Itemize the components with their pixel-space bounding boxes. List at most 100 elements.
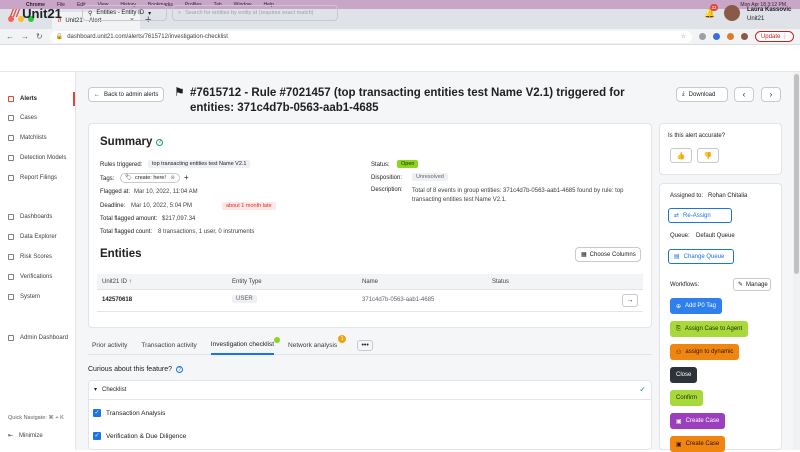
sidebar: Alerts Cases Matchlists Detection Models…	[0, 72, 76, 450]
assignment-panel	[659, 183, 782, 450]
pencil-icon: ✎	[738, 282, 744, 288]
network-badge: 1	[338, 334, 347, 343]
choose-columns-button[interactable]: ▦ Choose Columns	[575, 247, 641, 262]
column-header-entity-type[interactable]: Entity Type	[232, 279, 262, 285]
sidebar-item-alerts[interactable]: Alerts	[0, 92, 75, 106]
minimize-sidebar-button[interactable]: ⇤ Minimize	[8, 432, 43, 440]
unit21-logo[interactable]: ///Unit21	[10, 6, 62, 21]
manage-workflows-button[interactable]: ✎ Manage	[733, 278, 771, 291]
workflow-create-case-button[interactable]: ▣ Create Case	[670, 413, 726, 429]
entity-type-cell: USER	[232, 295, 257, 303]
checklist-header[interactable]: ▾ Checklist ✓	[88, 380, 652, 400]
tab-transaction-activity[interactable]: Transaction activity	[141, 336, 196, 355]
update-button[interactable]: Update ⋮	[754, 31, 794, 42]
sidebar-item-admin-dashboard[interactable]: Admin Dashboard	[0, 331, 75, 345]
workflow-assign-case-button[interactable]: ⎘ Assign Case to Agent	[670, 321, 749, 337]
more-tabs-button[interactable]: •••	[357, 339, 374, 351]
previous-alert-button[interactable]: ‹	[734, 87, 754, 102]
column-header-name[interactable]: Name	[362, 279, 378, 285]
change-queue-button[interactable]: ▤ Change Queue	[668, 249, 734, 264]
queue-label: Queue:	[670, 233, 690, 239]
extension-icon[interactable]	[698, 33, 706, 40]
back-arrow-icon[interactable]: ←	[6, 32, 14, 41]
entities-title: Entities	[100, 248, 142, 260]
tag-chip[interactable]: 🏷 create: here! ⊗	[120, 173, 180, 183]
checkbox-checked-icon[interactable]: ✓	[93, 432, 101, 440]
workflow-add-p0-tag-button[interactable]: ⊕ Add P0 Tag	[670, 298, 722, 314]
sidebar-item-verifications[interactable]: Verifications	[0, 270, 75, 284]
tab-investigation-checklist[interactable]: Investigation checklist	[210, 336, 281, 355]
next-alert-button[interactable]: ›	[761, 87, 781, 102]
extension-icon[interactable]	[726, 33, 734, 40]
remove-tag-icon[interactable]: ⊗	[170, 175, 175, 181]
reassign-button[interactable]: ⇄ Re-Assign	[668, 208, 732, 223]
tab-network-analysis[interactable]: Network analysis 1	[288, 334, 347, 355]
workflow-close-button[interactable]: Close	[670, 367, 698, 383]
curious-prompt: Curious about this feature??	[88, 366, 184, 373]
entity-type-select[interactable]: ⚲ Entities - Entity ID ▾	[82, 5, 167, 21]
list-icon	[8, 135, 14, 141]
tab-prior-activity[interactable]: Prior activity	[92, 336, 127, 355]
bookmark-star-icon[interactable]: ☆	[681, 33, 686, 40]
tag-icon: ⊕	[676, 303, 682, 310]
filter-icon: ⚲	[88, 10, 93, 17]
user-info[interactable]: Laura Kassovic Unit21	[747, 6, 791, 24]
url-text: dashboard.unit21.com/alerts/7615712/inve…	[67, 33, 228, 40]
sidebar-item-system[interactable]: System	[0, 290, 75, 304]
amount-value: $217,097.34	[162, 216, 196, 222]
profile-icon[interactable]	[740, 33, 748, 40]
scrollbar-thumb[interactable]	[794, 74, 799, 274]
dashboard-icon	[8, 214, 14, 220]
column-header-status[interactable]: Status	[492, 279, 509, 285]
rules-label: Rules triggered:	[100, 162, 143, 168]
workflow-confirm-button[interactable]: Confirm	[670, 390, 704, 406]
entity-search-input[interactable]: ⌕ Search for entities by entity id (requ…	[172, 5, 338, 21]
thumbs-down-button[interactable]: 👎	[697, 148, 719, 163]
columns-icon: ▦	[581, 252, 587, 258]
thumbs-up-icon: 👍	[676, 152, 686, 160]
sidebar-item-matchlists[interactable]: Matchlists	[0, 131, 75, 145]
briefcase-icon: ▣	[676, 418, 682, 425]
forward-arrow-icon[interactable]: →	[21, 32, 29, 41]
reload-icon[interactable]: ↻	[36, 32, 43, 41]
open-entity-button[interactable]: →	[622, 294, 638, 307]
back-button[interactable]: ← Back to admin alerts	[88, 87, 164, 102]
sidebar-item-risk-scores[interactable]: Risk Scores	[0, 250, 75, 264]
alert-icon	[8, 96, 14, 102]
tags-label: Tags:	[100, 176, 115, 182]
sidebar-item-cases[interactable]: Cases	[0, 111, 75, 125]
users-icon: ⚇	[676, 349, 682, 356]
search-icon: ⌕	[178, 9, 182, 16]
checklist-item[interactable]: ✓ Transaction Analysis	[93, 409, 165, 417]
queue-icon: ▤	[674, 254, 680, 260]
help-icon[interactable]: ?	[156, 138, 164, 146]
sidebar-item-report-filings[interactable]: Report Filings	[0, 171, 75, 185]
download-icon: ⤓	[682, 91, 685, 97]
address-bar[interactable]: 🔒 dashboard.unit21.com/alerts/7615712/in…	[49, 30, 692, 43]
download-button[interactable]: ⤓ Download	[676, 87, 728, 102]
rule-chip[interactable]: top transacting entities test Name V2.1	[148, 160, 251, 168]
deadline-badge: about 1 month late	[222, 202, 276, 210]
checklist-item[interactable]: ✓ Verification & Due Diligence	[93, 432, 186, 440]
sidebar-item-dashboards[interactable]: Dashboards	[0, 210, 75, 224]
notification-count-badge: 22	[710, 4, 718, 11]
user-swap-icon: ⇄	[674, 213, 680, 219]
briefcase-icon: ▣	[676, 441, 682, 448]
lock-icon: 🔒	[55, 34, 64, 40]
column-header-unit21-id[interactable]: Unit21 ID ↑	[102, 279, 132, 285]
flagged-value: Mar 10, 2022, 11:04 AM	[134, 189, 198, 195]
workflow-assign-dynamic-button[interactable]: ⚇ assign to dynamic	[670, 344, 740, 360]
sidebar-item-data-explorer[interactable]: Data Explorer	[0, 230, 75, 244]
assign-icon: ⎘	[676, 325, 681, 332]
extension-icon[interactable]	[712, 33, 720, 40]
checkbox-checked-icon[interactable]: ✓	[93, 409, 101, 417]
add-tag-icon[interactable]: +	[184, 173, 189, 182]
page-title: #7615712 - Rule #7021457 (top transactin…	[190, 87, 625, 114]
table-row[interactable]: 142570618 USER 371c4d7b-0563-aab1-4685	[97, 290, 643, 312]
admin-icon	[8, 335, 14, 341]
thumbs-up-button[interactable]: 👍	[670, 148, 692, 163]
flag-icon: ⚑	[174, 85, 185, 99]
help-icon[interactable]: ?	[176, 366, 184, 373]
sidebar-item-detection-models[interactable]: Detection Models	[0, 151, 75, 165]
avatar[interactable]	[724, 5, 740, 21]
